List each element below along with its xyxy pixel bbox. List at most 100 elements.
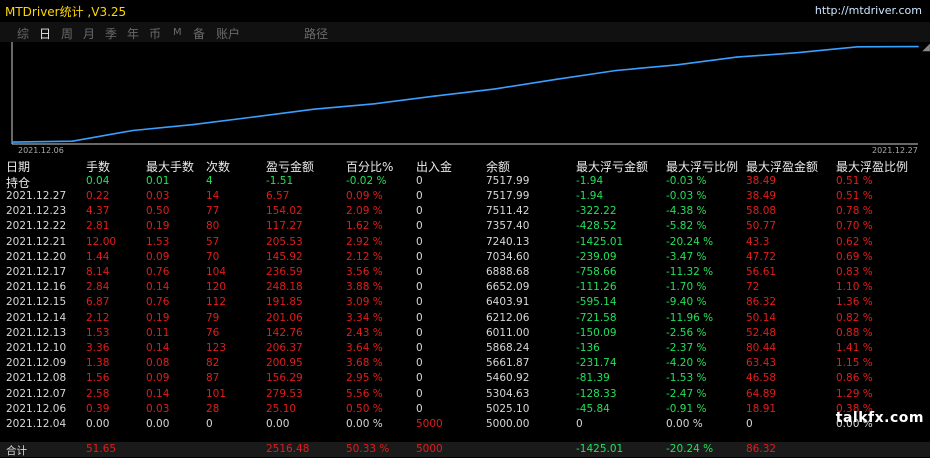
- cell-deposit: 0: [416, 266, 423, 278]
- cell-pct: 0.50 %: [346, 402, 383, 415]
- cell-balance: 5868.24: [486, 342, 530, 354]
- cell-max-dd-pct: -0.91 %: [666, 402, 707, 415]
- tab-account[interactable]: 账户: [216, 25, 240, 42]
- cell-max-runup-pct: 0.88 %: [836, 326, 873, 339]
- total-row: 合计 51.65 2516.48 50.33 % 5000 -1425.01 -20.24 …: [0, 442, 930, 458]
- header-max-runup: 最大浮盈金额: [746, 160, 819, 174]
- cell-balance: 5304.63: [486, 387, 530, 400]
- equity-point: [11, 141, 13, 143]
- cell-max-runup-pct: 1.41 %: [836, 342, 873, 354]
- cell-trades: 123: [206, 342, 227, 354]
- cell-max-runup: 80.44: [746, 342, 777, 354]
- cell-date: 2021.12.06: [6, 402, 67, 415]
- cell-max-dd-pct: -11.96 %: [666, 311, 714, 324]
- cell-max-dd-pct: -1.70 %: [666, 281, 707, 294]
- cell-balance: 5661.87: [486, 357, 530, 370]
- cell-pct: 3.34 %: [346, 311, 383, 324]
- cell-lots: 1.56: [86, 372, 110, 385]
- table-row: 2021.12.06 0.39 0.03 28 25.10 0.50 % 0 5025.10 -…: [0, 402, 930, 417]
- tab-year[interactable]: 年: [127, 25, 139, 42]
- cell-max-dd-pct: -9.40 %: [666, 296, 707, 309]
- cell-max-runup-pct: 0.70 %: [836, 220, 873, 233]
- tab-currency[interactable]: 币: [149, 25, 161, 42]
- cell-deposit: 0: [416, 175, 423, 187]
- cell-balance: 7517.99: [486, 190, 530, 202]
- cell-max-runup-pct: 0.62 %: [836, 235, 873, 248]
- cell-max-dd: -111.26: [576, 281, 617, 294]
- cell-max-runup-pct: 0.51 %: [836, 175, 873, 187]
- table-row: 2021.12.10 3.36 0.14 123 206.37 3.64 % 0 5868.2…: [0, 341, 930, 356]
- equity-point: [252, 116, 255, 118]
- cell-trades: 101: [206, 387, 227, 400]
- chart-x-start-label: 2021.12.06: [18, 146, 64, 155]
- cell-lots: 2.81: [86, 220, 110, 233]
- cell-max-lots: 0.19: [146, 311, 170, 324]
- cell-max-dd-pct: -5.82 %: [666, 220, 707, 233]
- cell-pnl: 0.00: [266, 418, 290, 430]
- cell-max-runup: 52.48: [746, 326, 777, 339]
- cell-pct: 3.68 %: [346, 357, 383, 370]
- table-row: 2021.12.15 6.87 0.76 112 191.85 3.09 % 0 6403.9…: [0, 295, 930, 310]
- cell-max-dd: -239.09: [576, 250, 617, 263]
- cell-max-dd: -1425.01: [576, 235, 624, 248]
- cell-max-runup: 38.49: [746, 175, 777, 187]
- cell-deposit: 0: [416, 296, 423, 309]
- header-deposit: 出入金: [416, 160, 453, 174]
- cell-date: 2021.12.15: [6, 296, 67, 309]
- tab-note[interactable]: 备: [193, 25, 205, 42]
- cell-balance: 7517.99: [486, 175, 530, 187]
- tab-week[interactable]: 周: [61, 25, 73, 42]
- cell-max-lots: 0.03: [146, 190, 170, 202]
- cell-balance: 5000.00: [486, 418, 530, 430]
- header-max-lots: 最大手数: [146, 160, 195, 174]
- cell-max-dd: -428.52: [576, 220, 617, 233]
- tab-month[interactable]: 月: [83, 25, 95, 42]
- cell-max-runup: 46.58: [746, 372, 777, 385]
- cell-trades: 104: [206, 266, 227, 278]
- period-tabs: 综 日 周 月 季 年 币 M 备 账户 路径: [0, 22, 930, 42]
- cell-deposit: 0: [416, 387, 423, 400]
- cell-balance: 6212.06: [486, 311, 530, 324]
- tab-path[interactable]: 路径: [304, 25, 328, 42]
- cell-pnl: 154.02: [266, 205, 303, 218]
- cell-lots: 0.22: [86, 190, 110, 202]
- cell-date: 2021.12.21: [6, 235, 67, 248]
- total-max-dd: -1425.01: [576, 443, 624, 456]
- site-link[interactable]: http://mtdriver.com: [815, 4, 922, 17]
- tab-day[interactable]: 日: [39, 25, 51, 42]
- cell-max-dd: -45.84: [576, 402, 610, 415]
- cell-balance: 5460.92: [486, 372, 530, 385]
- tab-quarter[interactable]: 季: [105, 25, 117, 42]
- cell-pct: -0.02 %: [346, 175, 387, 187]
- cell-trades: 77: [206, 205, 220, 218]
- equity-point: [796, 51, 798, 54]
- equity-point: [192, 123, 194, 126]
- cell-max-lots: 1.53: [146, 235, 170, 248]
- cell-deposit: 0: [416, 220, 423, 233]
- cell-max-runup-pct: 0.51 %: [836, 190, 873, 202]
- cell-max-runup-pct: 1.36 %: [836, 296, 873, 309]
- cell-max-runup-pct: 0.82 %: [836, 311, 873, 324]
- cell-max-lots: 0.00: [146, 418, 170, 430]
- chart-x-end-label: 2021.12.27: [872, 146, 918, 155]
- cell-max-dd: -128.33: [576, 387, 617, 400]
- hold-row: 持仓 0.04 0.01 4 -1.51 -0.02 % 0 7517.99 -1.94 -0.0…: [0, 174, 930, 190]
- cell-max-runup: 38.49: [746, 190, 777, 202]
- tab-overview[interactable]: 综: [17, 25, 29, 42]
- table-row: 2021.12.09 1.38 0.08 82 200.95 3.68 % 0 5661.87…: [0, 356, 930, 371]
- table-row: 2021.12.13 1.53 0.11 76 142.76 2.43 % 0 6011.00…: [0, 326, 930, 341]
- cell-max-lots: 0.14: [146, 281, 170, 294]
- cell-balance: 5025.10: [486, 402, 530, 415]
- header-lots: 手数: [86, 160, 111, 174]
- cell-balance: 7240.13: [486, 235, 530, 248]
- cell-date: 2021.12.23: [6, 205, 67, 218]
- cell-balance: 6652.09: [486, 281, 530, 294]
- tab-m[interactable]: M: [173, 27, 182, 38]
- cell-lots: 1.53: [86, 326, 110, 339]
- cell-date: 2021.12.27: [6, 190, 67, 202]
- table-row: 2021.12.07 2.58 0.14 101 279.53 5.56 % 0 5304.6…: [0, 387, 930, 402]
- cell-max-lots: 0.50: [146, 205, 170, 218]
- cell-trades: 28: [206, 402, 220, 415]
- cell-max-runup-pct: 0.69 %: [836, 250, 873, 263]
- cell-pnl: 6.57: [266, 190, 290, 202]
